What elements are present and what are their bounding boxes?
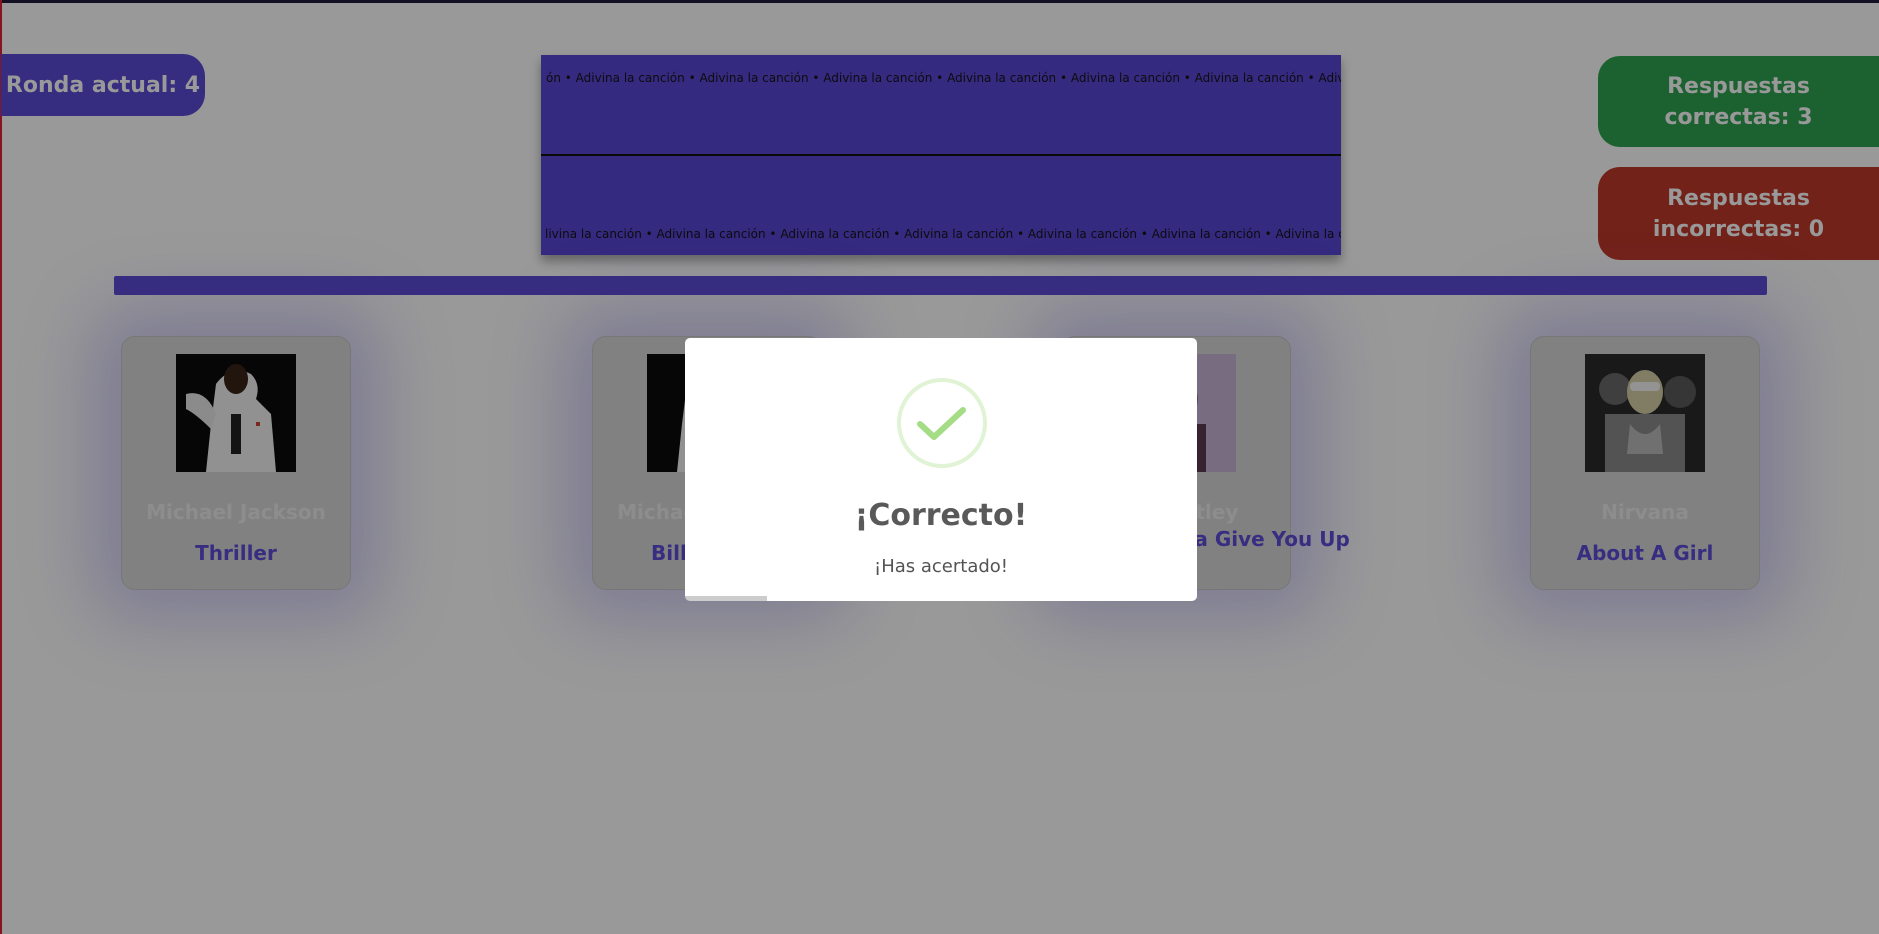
success-dialog: ¡Correcto! ¡Has acertado! [685, 338, 1197, 601]
success-check-icon [897, 378, 987, 468]
dialog-message: ¡Has acertado! [873, 556, 1009, 577]
dialog-timer-progress [685, 596, 767, 601]
dialog-title: ¡Correcto! [854, 498, 1028, 533]
